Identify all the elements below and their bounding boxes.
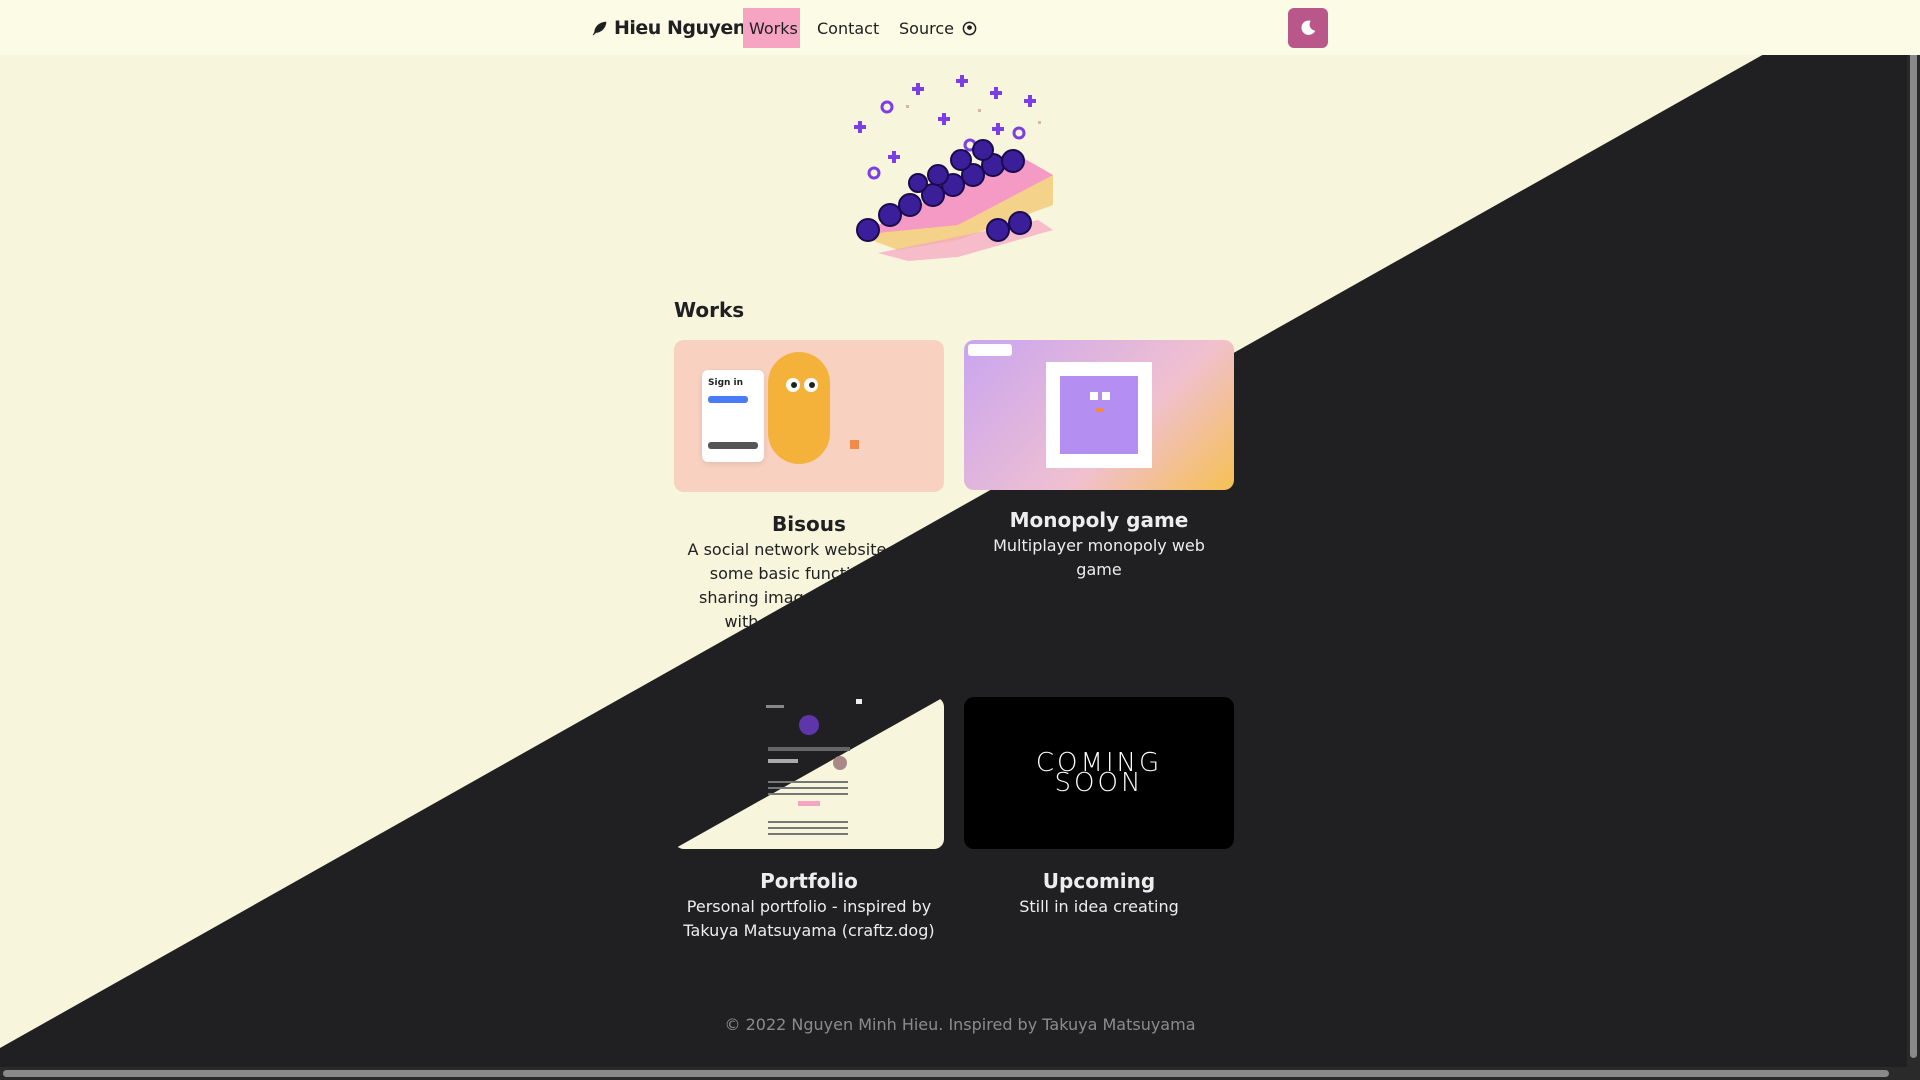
coming-soon-line2: SOON	[1054, 768, 1144, 798]
nav-link-works[interactable]: Works	[743, 8, 800, 48]
work-thumbnail[interactable]	[964, 340, 1234, 490]
coming-soon-text: COMING SOON	[1036, 750, 1162, 798]
work-thumbnail[interactable]	[674, 697, 944, 849]
nav-link-label: Contact	[817, 18, 880, 38]
github-icon	[962, 21, 977, 35]
nav-link-label: Works	[749, 18, 798, 38]
brand-logo[interactable]: Hieu Nguyen	[591, 14, 746, 42]
horizontal-scrollbar[interactable]	[0, 1067, 1907, 1080]
vertical-scrollbar[interactable]	[1907, 0, 1920, 1080]
nav-link-source[interactable]: Source	[893, 8, 983, 48]
pixel-pie-illustration	[854, 75, 1053, 261]
blob-character	[768, 352, 830, 464]
section-title: Works	[674, 298, 745, 322]
footer-text: © 2022 Nguyen Minh Hieu. Inspired by Tak…	[724, 1015, 1196, 1034]
work-description: Multiplayer monopoly web game	[993, 536, 1205, 579]
work-title[interactable]: Portfolio	[674, 869, 944, 893]
nav-link-contact[interactable]: Contact	[811, 8, 885, 48]
signin-mockup: Sign in	[702, 370, 764, 462]
work-card-upcoming[interactable]: COMING SOON Upcoming Still in idea creat…	[964, 697, 1234, 919]
work-thumbnail[interactable]: Sign in	[674, 340, 944, 492]
work-card-monopoly[interactable]: Monopoly game Multiplayer monopoly web g…	[964, 340, 1234, 582]
signin-title: Sign in	[708, 378, 744, 388]
brand-name: Hieu Nguyen	[614, 17, 746, 39]
work-card-bisous[interactable]: Sign in Bisous A social network website,…	[674, 340, 944, 634]
portfolio-screenshot	[674, 697, 944, 849]
theme-toggle-button[interactable]	[1288, 8, 1328, 48]
work-description: Personal portfolio - inspired by Takuya …	[683, 897, 935, 940]
vertical-scrollbar-thumb[interactable]	[1910, 30, 1917, 1058]
work-card-portfolio[interactable]: Portfolio Personal portfolio - inspired …	[674, 697, 944, 943]
navbar: Hieu Nguyen Works Contact Source	[0, 0, 1920, 55]
work-description: A social network website, with some basi…	[687, 540, 931, 631]
work-title[interactable]: Monopoly game	[964, 508, 1234, 532]
feather-icon	[592, 21, 607, 35]
work-title[interactable]: Bisous	[674, 512, 944, 536]
work-description: Still in idea creating	[1019, 897, 1179, 916]
horizontal-scrollbar-thumb[interactable]	[3, 1070, 1889, 1077]
moon-icon	[1301, 20, 1316, 35]
work-thumbnail[interactable]: COMING SOON	[964, 697, 1234, 849]
nav-link-label: Source	[899, 18, 954, 38]
work-title[interactable]: Upcoming	[964, 869, 1234, 893]
monopoly-board	[1046, 362, 1152, 468]
